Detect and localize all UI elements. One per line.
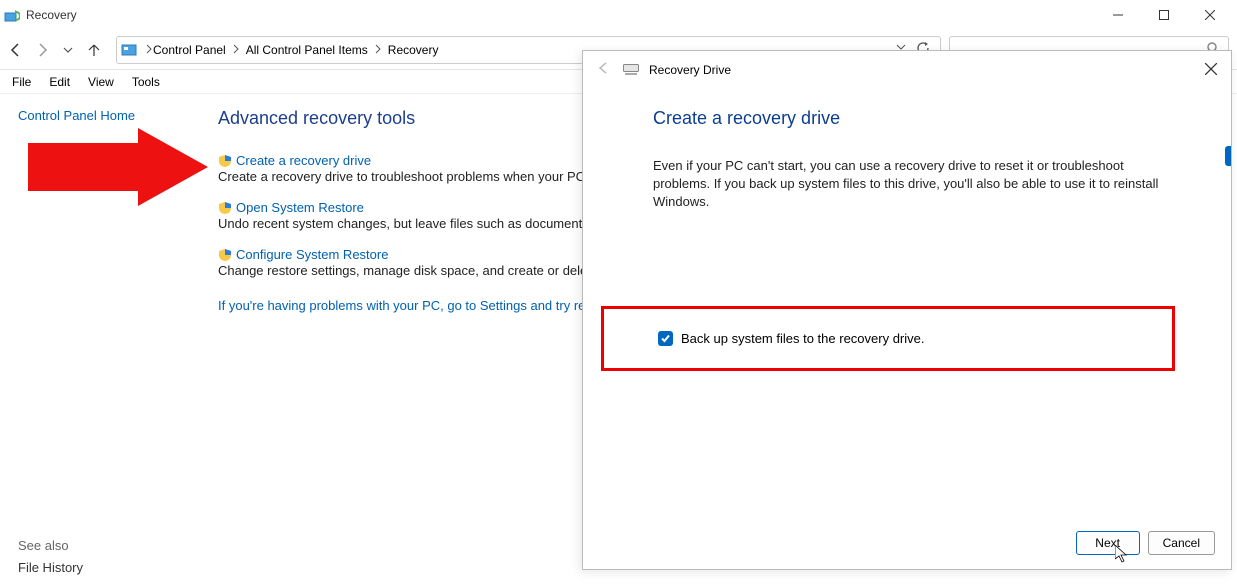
recovery-drive-dialog: Recovery Drive Create a recovery drive E… — [582, 50, 1232, 570]
create-recovery-link[interactable]: Create a recovery drive — [236, 153, 371, 168]
window-title: Recovery — [26, 8, 1095, 22]
annotation-highlight: Back up system files to the recovery dri… — [601, 306, 1175, 371]
window-controls — [1095, 0, 1233, 30]
dialog-body: Create a recovery drive Even if your PC … — [583, 88, 1231, 371]
reset-link[interactable]: If you're having problems with your PC, … — [218, 298, 606, 313]
menu-file[interactable]: File — [4, 73, 39, 91]
breadcrumb-sep-icon — [232, 43, 240, 57]
breadcrumb-item[interactable]: All Control Panel Items — [246, 43, 368, 57]
breadcrumb-sep-icon — [145, 43, 153, 57]
shield-icon — [218, 201, 232, 215]
dialog-back-icon[interactable] — [597, 61, 613, 78]
cancel-button[interactable]: Cancel — [1148, 531, 1215, 555]
control-panel-home-link[interactable]: Control Panel Home — [18, 108, 200, 123]
breadcrumb-item[interactable]: Control Panel — [153, 43, 226, 57]
dialog-close-button[interactable] — [1199, 57, 1223, 81]
menu-edit[interactable]: Edit — [41, 73, 78, 91]
shield-icon — [218, 154, 232, 168]
menu-tools[interactable]: Tools — [124, 73, 168, 91]
control-panel-icon — [121, 42, 137, 58]
dialog-header: Recovery Drive — [583, 51, 1231, 88]
drive-icon — [623, 64, 639, 76]
dialog-description: Even if your PC can't start, you can use… — [653, 157, 1161, 212]
recovery-icon — [4, 7, 20, 23]
annotation-arrow — [28, 128, 208, 209]
file-history-link[interactable]: File History — [18, 560, 83, 575]
open-restore-link[interactable]: Open System Restore — [236, 200, 364, 215]
menu-view[interactable]: View — [80, 73, 122, 91]
recent-dropdown-icon[interactable] — [60, 45, 76, 55]
dialog-footer: Next Cancel — [1076, 531, 1215, 555]
dialog-title: Recovery Drive — [649, 63, 731, 77]
breadcrumb-sep-icon — [374, 43, 382, 57]
up-icon[interactable] — [86, 42, 102, 58]
backup-checkbox-label: Back up system files to the recovery dri… — [681, 331, 924, 346]
close-button[interactable] — [1187, 0, 1233, 30]
see-also-label: See also — [18, 538, 69, 553]
back-icon[interactable] — [8, 42, 24, 58]
shield-icon — [218, 248, 232, 262]
forward-icon[interactable] — [34, 42, 50, 58]
dialog-heading: Create a recovery drive — [653, 108, 1161, 129]
breadcrumb-item[interactable]: Recovery — [388, 43, 439, 57]
backup-checkbox[interactable] — [658, 331, 673, 346]
titlebar: Recovery — [0, 0, 1237, 30]
nav-arrows — [8, 42, 102, 58]
scroll-indicator — [1225, 146, 1231, 166]
configure-restore-link[interactable]: Configure System Restore — [236, 247, 388, 262]
maximize-button[interactable] — [1141, 0, 1187, 30]
cursor-icon — [1115, 545, 1131, 566]
minimize-button[interactable] — [1095, 0, 1141, 30]
